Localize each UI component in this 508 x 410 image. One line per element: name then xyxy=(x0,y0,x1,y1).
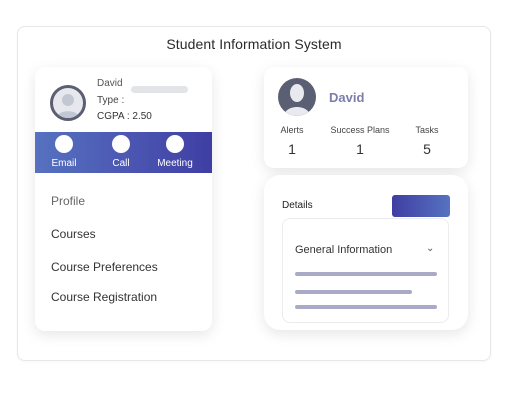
details-card: Details General Information ⌄ xyxy=(264,175,468,330)
details-panel: General Information ⌄ xyxy=(282,218,449,323)
call-icon xyxy=(112,135,130,153)
stat-success-plans-value: 1 xyxy=(356,141,364,157)
summary-name: David xyxy=(329,90,365,105)
stat-tasks[interactable]: Tasks 5 xyxy=(410,125,444,157)
menu-item-course-preferences[interactable]: Course Preferences xyxy=(51,260,158,274)
placeholder-line xyxy=(295,305,437,309)
email-icon xyxy=(55,135,73,153)
user-avatar-icon xyxy=(57,94,79,118)
summary-card: David Alerts 1 Success Plans 1 Tasks 5 xyxy=(264,67,468,168)
menu-item-courses[interactable]: Courses xyxy=(51,227,96,241)
placeholder-line xyxy=(295,272,437,276)
chevron-down-icon[interactable]: ⌄ xyxy=(426,243,434,254)
call-label: Call xyxy=(112,158,130,169)
email-label: Email xyxy=(51,158,77,169)
stat-success-plans[interactable]: Success Plans 1 xyxy=(322,125,398,157)
summary-avatar[interactable] xyxy=(278,78,316,116)
meeting-icon xyxy=(166,135,184,153)
menu-item-profile[interactable]: Profile xyxy=(51,194,85,208)
profile-type: Type : xyxy=(97,95,125,106)
profile-cgpa: CGPA : 2.50 xyxy=(97,111,152,122)
stat-alerts-value: 1 xyxy=(288,141,296,157)
call-button[interactable]: Call xyxy=(96,135,146,169)
stat-tasks-label: Tasks xyxy=(415,125,439,135)
details-button[interactable] xyxy=(392,195,450,217)
profile-card: David Type : CGPA : 2.50 Email Call Meet… xyxy=(35,67,212,331)
profile-name: David xyxy=(97,78,123,89)
avatar[interactable] xyxy=(50,85,86,121)
name-placeholder-bar xyxy=(131,86,188,93)
contact-action-bar: Email Call Meeting xyxy=(35,132,212,173)
meeting-button[interactable]: Meeting xyxy=(150,135,200,169)
stat-alerts[interactable]: Alerts 1 xyxy=(274,125,310,157)
page-title: Student Information System xyxy=(166,36,342,52)
details-label: Details xyxy=(282,200,313,211)
menu-item-course-registration[interactable]: Course Registration xyxy=(51,290,157,304)
stat-alerts-label: Alerts xyxy=(280,125,304,135)
general-information-dropdown[interactable]: General Information xyxy=(295,244,392,256)
email-button[interactable]: Email xyxy=(39,135,89,169)
user-silhouette-icon xyxy=(284,84,310,116)
placeholder-line xyxy=(295,290,412,294)
stat-tasks-value: 5 xyxy=(423,141,431,157)
meeting-label: Meeting xyxy=(157,158,193,169)
stat-success-plans-label: Success Plans xyxy=(330,125,390,135)
